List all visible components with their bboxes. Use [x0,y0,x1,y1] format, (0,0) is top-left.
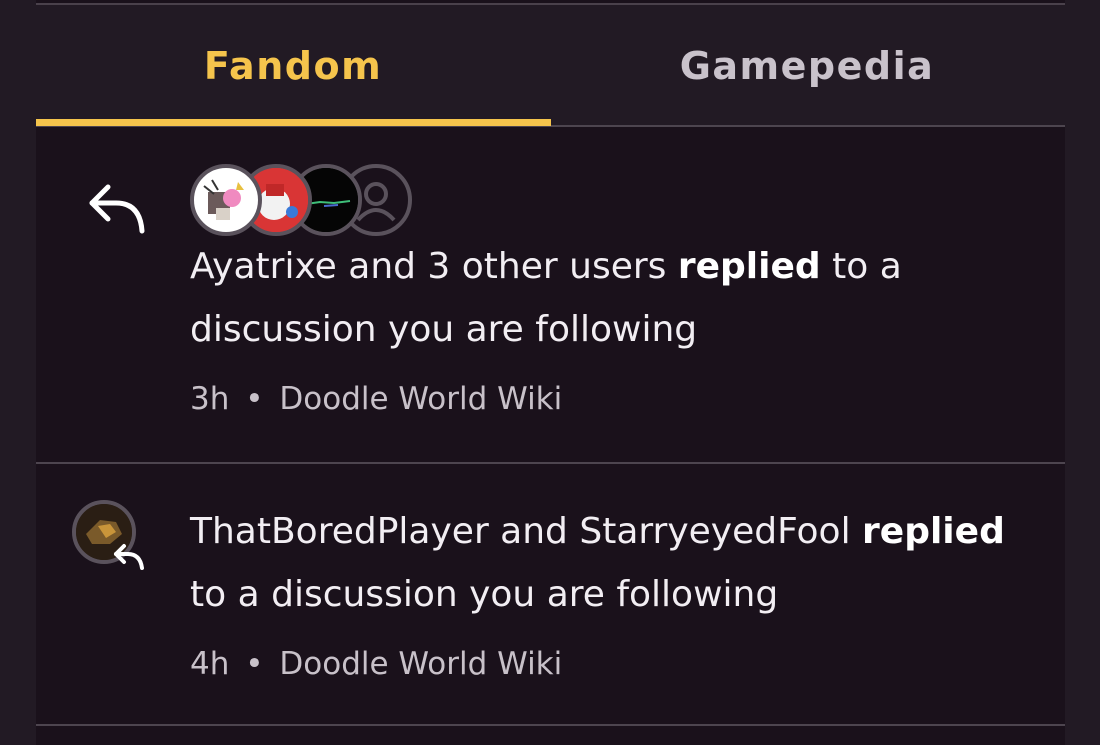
active-tab-indicator [36,119,551,126]
meta-separator: • [245,381,264,417]
tab-bar: Fandom Gamepedia [36,5,1065,126]
timestamp: 3h [190,381,230,417]
user-avatar[interactable] [190,164,262,236]
notification-meta: 4h • Doodle World Wiki [190,646,562,682]
wiki-name[interactable]: Doodle World Wiki [279,381,562,417]
notification-item[interactable]: ThatBoredPlayer and StarryeyedFool repli… [36,464,1065,724]
tab-gamepedia[interactable]: Gamepedia [550,5,1064,126]
notification-text: ThatBoredPlayer and StarryeyedFool repli… [190,511,1005,615]
reply-arrow-icon [86,181,148,237]
reply-arrow-icon [112,542,146,572]
meta-separator: • [245,646,264,682]
timestamp: 4h [190,646,230,682]
notification-item[interactable]: Ayatrixe and 3 other users replied to a … [36,127,1065,462]
notification-meta: 3h • Doodle World Wiki [190,381,562,417]
list-divider [36,724,1065,726]
tab-fandom[interactable]: Fandom [36,5,550,126]
avatar-group [190,164,450,236]
wiki-name[interactable]: Doodle World Wiki [279,646,562,682]
notification-text: Ayatrixe and 3 other users replied to a … [190,246,902,350]
